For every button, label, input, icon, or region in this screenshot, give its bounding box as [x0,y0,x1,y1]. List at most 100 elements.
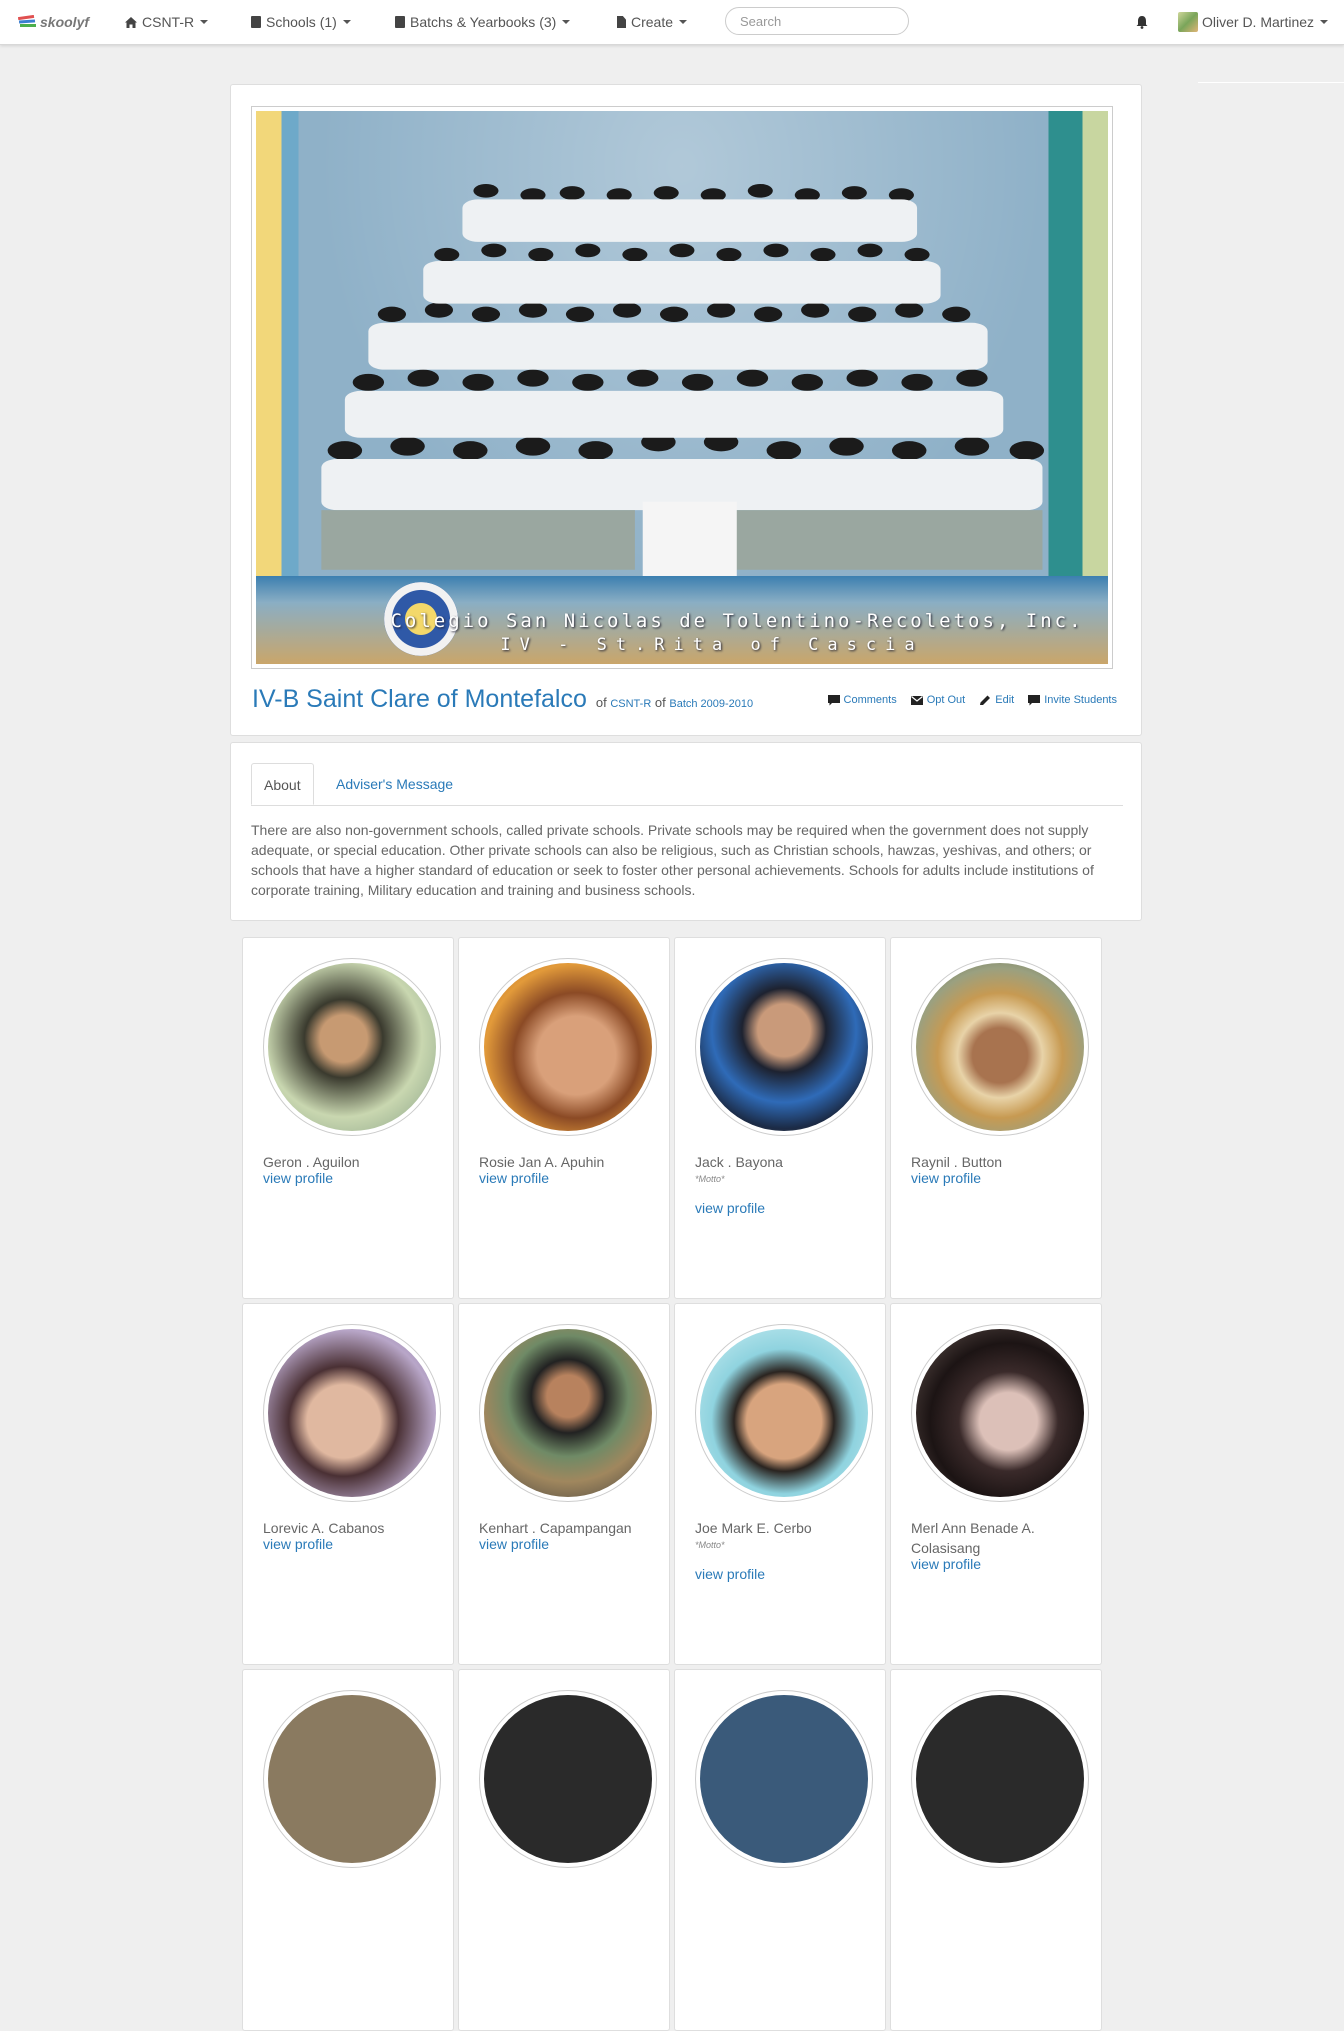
photo-caption-line2: IV - St.Rita of Cascia [500,634,924,655]
tab-bar: About Adviser's Message [251,763,1123,806]
student-motto: *Motto* [695,1540,725,1550]
brand-logo[interactable]: skoolyf [18,0,89,44]
about-panel: About Adviser's Message There are also n… [230,742,1142,921]
bell-icon [1136,15,1148,29]
side-divider [1198,82,1344,83]
class-photo[interactable]: Colegio San Nicolas de Tolentino-Recolet… [251,106,1113,669]
of-text: of [595,695,607,710]
class-title-text: IV-B Saint Clare of Montefalco [252,685,587,713]
student-card: Merl Ann Benade A. Colasisang view profi… [890,1303,1102,1665]
student-avatar[interactable] [263,958,441,1136]
book-icon [395,16,405,28]
student-avatar[interactable] [263,1690,441,1868]
student-card: Jack . Bayona *Motto* view profile [674,937,886,1299]
home-icon [125,16,137,28]
school-link[interactable]: CSNT-R [610,698,651,710]
schools-menu[interactable]: Schools (1) [251,0,351,44]
class-photo-image: Colegio San Nicolas de Tolentino-Recolet… [256,111,1108,664]
class-title: IV-B Saint Clare of Montefalco of CSNT-R… [252,685,753,714]
student-avatar[interactable] [911,1324,1089,1502]
student-avatar[interactable] [479,1324,657,1502]
edit-label: Edit [995,694,1015,706]
student-name: Geron . Aguilon [263,1154,360,1170]
student-card: Geron . Aguilon view profile [242,937,454,1299]
view-profile-link[interactable]: view profile [263,1170,333,1186]
comment-icon [1028,694,1041,705]
student-avatar[interactable] [263,1324,441,1502]
class-subtitle: of CSNT-R of Batch 2009-2010 [596,695,753,710]
view-profile-link[interactable]: view profile [479,1170,549,1186]
comments-button[interactable]: Comments [827,694,897,706]
view-profile-link[interactable]: view profile [695,1200,765,1216]
view-profile-link[interactable]: view profile [911,1556,981,1572]
opt-out-button[interactable]: Opt Out [910,694,966,706]
student-avatar[interactable] [695,958,873,1136]
student-name: Kenhart . Capampangan [479,1520,632,1536]
view-profile-link[interactable]: view profile [479,1536,549,1552]
user-avatar [1178,12,1198,32]
schools-menu-label: Schools (1) [266,14,337,30]
student-motto: *Motto* [695,1174,725,1184]
student-card [890,1669,1102,2031]
class-header-panel: Colegio San Nicolas de Tolentino-Recolet… [230,84,1142,736]
student-card: Joe Mark E. Cerbo *Motto* view profile [674,1303,886,1665]
tab-about[interactable]: About [251,763,314,805]
student-avatar[interactable] [479,1690,657,1868]
comments-label: Comments [843,694,897,706]
student-card [458,1669,670,2031]
user-menu[interactable]: Oliver D. Martinez [1178,0,1329,44]
create-menu-label: Create [631,14,674,30]
school-menu[interactable]: CSNT-R [125,0,209,44]
student-card: Kenhart . Capampangan view profile [458,1303,670,1665]
caret-down-icon [562,20,571,24]
invite-students-label: Invite Students [1044,694,1117,706]
photo-caption: Colegio San Nicolas de Tolentino-Recolet… [256,609,1108,656]
view-profile-link[interactable]: view profile [911,1170,981,1186]
student-name: Raynil . Button [911,1154,1003,1170]
brand-name: skoolyf [40,14,90,30]
student-card: Rosie Jan A. Apuhin view profile [458,937,670,1299]
student-avatar[interactable] [479,958,657,1136]
student-card: Lorevic A. Cabanos view profile [242,1303,454,1665]
school-menu-label: CSNT-R [142,14,195,30]
edit-button[interactable]: Edit [979,694,1014,706]
search-input[interactable] [725,7,909,35]
view-profile-link[interactable]: view profile [263,1536,333,1552]
caret-down-icon [200,20,209,24]
student-card [674,1669,886,2031]
student-name: Merl Ann Benade A. Colasisang [911,1520,1035,1556]
student-name: Lorevic A. Cabanos [263,1520,385,1536]
student-avatar[interactable] [695,1324,873,1502]
batch-link[interactable]: Batch 2009-2010 [669,698,753,710]
student-card [242,1669,454,2031]
student-name: Rosie Jan A. Apuhin [479,1154,605,1170]
user-name: Oliver D. Martinez [1202,14,1315,30]
of-text: of [654,695,666,710]
view-profile-link[interactable]: view profile [695,1566,765,1582]
opt-out-label: Opt Out [926,694,966,706]
caret-down-icon [342,20,351,24]
invite-students-button[interactable]: Invite Students [1028,694,1117,706]
book-icon [251,16,261,28]
batches-menu[interactable]: Batchs & Yearbooks (3) [395,0,571,44]
student-card: Raynil . Button view profile [890,937,1102,1299]
about-description: There are also non-government schools, c… [251,822,1094,898]
comment-icon [827,694,840,705]
books-logo-icon [18,15,36,27]
caret-down-icon [679,20,688,24]
group-photo-people [321,183,1045,579]
create-menu[interactable]: Create [617,0,688,44]
student-name: Jack . Bayona [695,1154,783,1170]
pencil-icon [980,695,991,705]
class-actions: Comments Opt Out Edit Invite Students [827,694,1117,706]
envelope-icon [910,695,923,705]
photo-caption-line1: Colegio San Nicolas de Tolentino-Recolet… [390,610,1084,633]
student-avatar[interactable] [695,1690,873,1868]
student-avatar[interactable] [911,958,1089,1136]
tab-advisers-message[interactable]: Adviser's Message [324,763,465,805]
file-icon [617,16,626,28]
student-avatar[interactable] [911,1690,1089,1868]
batches-menu-label: Batchs & Yearbooks (3) [410,14,557,30]
notifications-button[interactable] [1136,0,1148,44]
student-name: Joe Mark E. Cerbo [695,1520,812,1536]
